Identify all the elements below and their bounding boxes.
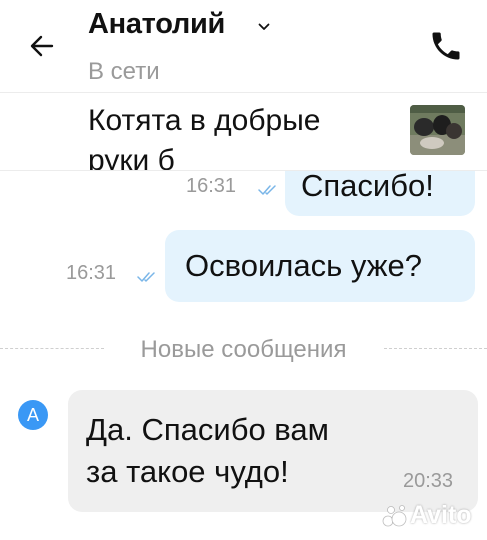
listing-title[interactable]: Котята в добрые руки б xyxy=(88,101,368,170)
avito-watermark: Avito xyxy=(382,500,478,530)
new-messages-divider: Новые сообщения xyxy=(0,332,487,366)
divider-line-right xyxy=(384,348,487,349)
chat-header: Анатолий В сети xyxy=(0,0,487,92)
outgoing-message-bubble[interactable]: Освоилась уже? xyxy=(165,230,475,302)
double-check-icon xyxy=(137,272,155,282)
listing-preview[interactable]: Котята в добрые руки б xyxy=(0,93,487,171)
online-status: В сети xyxy=(88,58,160,85)
message-text-line-2: за такое чудо! xyxy=(86,454,289,489)
phone-icon[interactable] xyxy=(428,28,464,64)
message-text-line-1: Да. Спасибо вам xyxy=(86,412,329,447)
chevron-down-icon[interactable] xyxy=(258,22,270,32)
contact-name[interactable]: Анатолий xyxy=(88,8,225,41)
message-time: 16:31 xyxy=(186,175,237,197)
avito-logo-icon xyxy=(382,505,407,527)
divider-label: Новые сообщения xyxy=(140,336,347,363)
watermark-text: Avito xyxy=(410,501,472,529)
double-check-icon xyxy=(258,185,276,195)
arrow-left-icon[interactable] xyxy=(28,32,56,60)
avatar[interactable]: A xyxy=(18,400,48,430)
incoming-message-bubble[interactable]: Да. Спасибо вам за такое чудо! 20:33 xyxy=(68,390,478,512)
listing-thumbnail[interactable] xyxy=(410,105,465,155)
message-time: 20:33 xyxy=(403,470,454,492)
message-text: Спасибо! xyxy=(301,168,434,203)
message-time: 16:31 xyxy=(66,262,117,284)
message-text: Освоилась уже? xyxy=(185,248,422,283)
